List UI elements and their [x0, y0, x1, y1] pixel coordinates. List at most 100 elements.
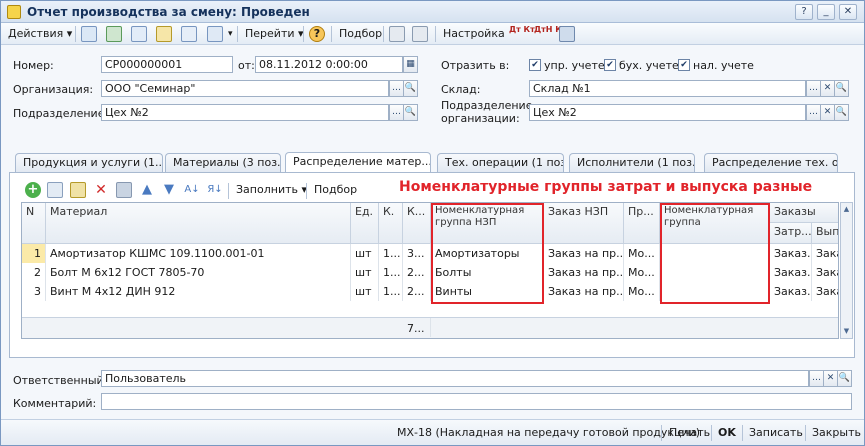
cell-pr[interactable]: Мо...: [624, 282, 660, 301]
col-header-orders-cost[interactable]: Затр...: [770, 223, 812, 244]
cell-material[interactable]: Амортизатор КШМС 109.1100.001-01: [46, 244, 351, 263]
close-window-button[interactable]: ✕: [839, 4, 857, 20]
cell-cost-order[interactable]: Заказ...: [770, 244, 812, 263]
tab-material-distribution[interactable]: Распределение матер...: [285, 152, 431, 173]
checkbox-tax[interactable]: ✔: [678, 59, 690, 71]
cell-order-nzp[interactable]: Заказ на пр...: [544, 282, 624, 301]
cell-k2[interactable]: 3...: [403, 244, 431, 263]
refresh-icon[interactable]: [106, 26, 122, 42]
scroll-down-icon[interactable]: ▼: [842, 326, 851, 336]
cell-k1[interactable]: 1...: [379, 282, 403, 301]
tab-materials[interactable]: Материалы (3 поз.): [165, 153, 281, 172]
cell-unit[interactable]: шт: [351, 244, 379, 263]
cell-pr[interactable]: Мо...: [624, 263, 660, 282]
cell-order-nzp[interactable]: Заказ на пр...: [544, 244, 624, 263]
number-field[interactable]: СР000000001: [101, 56, 233, 73]
division-field[interactable]: Цех №2: [101, 104, 389, 121]
edit-row-icon[interactable]: [70, 182, 86, 198]
ellipsis-icon[interactable]: …: [809, 370, 824, 387]
col-header-pr[interactable]: Пр...: [624, 203, 660, 244]
cell-k1[interactable]: 1...: [379, 244, 403, 263]
move-up-icon[interactable]: ▲: [139, 182, 155, 198]
exit-icon[interactable]: [81, 26, 97, 42]
chevron-down-icon[interactable]: ▾: [225, 25, 236, 43]
warehouse-field[interactable]: Склад №1: [529, 80, 806, 97]
filter-icon[interactable]: [559, 26, 575, 42]
materials-table[interactable]: N Материал Ед. К. К... Номенклатурная гр…: [21, 202, 839, 339]
table-scrollbar[interactable]: ▲ ▼: [840, 202, 853, 339]
col-header-unit[interactable]: Ед.: [351, 203, 379, 244]
save-icon[interactable]: [116, 182, 132, 198]
goto-menu[interactable]: Перейти ▾: [242, 25, 307, 43]
cell-out-order[interactable]: Зака...: [812, 282, 838, 301]
tab-products[interactable]: Продукция и услуги (1...: [15, 153, 163, 172]
col-header-material[interactable]: Материал: [46, 203, 351, 244]
ellipsis-icon[interactable]: …: [389, 80, 404, 97]
move-down-icon[interactable]: ▼: [161, 182, 177, 198]
clear-icon[interactable]: ✕: [820, 80, 835, 97]
help-window-button[interactable]: ?: [795, 4, 813, 20]
col-header-orders-out[interactable]: Выпу...: [812, 223, 838, 244]
comment-field[interactable]: [101, 393, 852, 410]
based-on-icon[interactable]: [207, 26, 223, 42]
ellipsis-icon[interactable]: …: [389, 104, 404, 121]
list-settings-icon[interactable]: [412, 26, 428, 42]
add-row-icon[interactable]: +: [25, 182, 41, 198]
pick-button[interactable]: Подбор: [336, 25, 385, 43]
cell-out-order[interactable]: Зака...: [812, 263, 838, 282]
post-document-icon[interactable]: [156, 26, 172, 42]
org-division-field[interactable]: Цех №2: [529, 104, 806, 121]
clear-icon[interactable]: ✕: [823, 370, 838, 387]
mx18-print-button[interactable]: МХ-18 (Накладная на передачу готовой про…: [397, 426, 700, 439]
cell-material[interactable]: Болт М 6х12 ГОСТ 7805-70: [46, 263, 351, 282]
delete-row-icon[interactable]: ✕: [93, 182, 109, 198]
col-header-orders[interactable]: Заказы: [770, 203, 838, 223]
ellipsis-icon[interactable]: …: [806, 80, 821, 97]
minimize-button[interactable]: _: [817, 4, 835, 20]
checkbox-mgmt[interactable]: ✔: [529, 59, 541, 71]
settings-button[interactable]: Настройка: [440, 25, 508, 43]
col-header-order-nzp[interactable]: Заказ НЗП: [544, 203, 624, 244]
tab-tech-distribution[interactable]: Распределение тех. о...: [704, 153, 838, 172]
search-icon[interactable]: 🔍: [834, 104, 849, 121]
close-button[interactable]: Закрыть: [812, 426, 861, 439]
structure-icon[interactable]: [389, 26, 405, 42]
table-pick-button[interactable]: Подбор: [311, 181, 360, 199]
date-field[interactable]: 08.11.2012 0:00:00: [255, 56, 403, 73]
unpost-document-icon[interactable]: [181, 26, 197, 42]
copy-icon[interactable]: [131, 26, 147, 42]
cell-pr[interactable]: Мо...: [624, 244, 660, 263]
cell-material[interactable]: Винт М 4х12 ДИН 912: [46, 282, 351, 301]
cell-n[interactable]: 3: [22, 282, 46, 301]
calendar-icon[interactable]: ▦: [403, 56, 418, 73]
search-icon[interactable]: 🔍: [403, 80, 418, 97]
print-button[interactable]: Печать: [669, 426, 710, 439]
responsible-field[interactable]: Пользователь: [101, 370, 809, 387]
save-button[interactable]: Записать: [749, 426, 803, 439]
scroll-up-icon[interactable]: ▲: [842, 204, 851, 214]
copy-row-icon[interactable]: [47, 182, 63, 198]
col-header-k2[interactable]: К...: [403, 203, 431, 244]
actions-menu[interactable]: Действия ▾: [5, 25, 75, 43]
sort-asc-icon[interactable]: A↓: [184, 182, 200, 198]
search-icon[interactable]: 🔍: [837, 370, 852, 387]
cell-cost-order[interactable]: Заказ...: [770, 282, 812, 301]
search-icon[interactable]: 🔍: [403, 104, 418, 121]
tab-tech-operations[interactable]: Тех. операции (1 поз.): [437, 153, 564, 172]
fill-menu[interactable]: Заполнить ▾: [233, 181, 310, 199]
cell-cost-order[interactable]: Заказ...: [770, 263, 812, 282]
cell-k1[interactable]: 1...: [379, 263, 403, 282]
clear-icon[interactable]: ✕: [820, 104, 835, 121]
sort-desc-icon[interactable]: Я↓: [207, 182, 223, 198]
col-header-k1[interactable]: К.: [379, 203, 403, 244]
search-icon[interactable]: 🔍: [834, 80, 849, 97]
cell-k2[interactable]: 2...: [403, 282, 431, 301]
cell-k2[interactable]: 2...: [403, 263, 431, 282]
organization-field[interactable]: ООО "Семинар": [101, 80, 389, 97]
cell-n[interactable]: 2: [22, 263, 46, 282]
ok-button[interactable]: OK: [718, 426, 736, 439]
help-icon[interactable]: ?: [309, 26, 325, 42]
cell-out-order[interactable]: Зака...: [812, 244, 838, 263]
tab-performers[interactable]: Исполнители (1 поз.): [569, 153, 695, 172]
checkbox-acct[interactable]: ✔: [604, 59, 616, 71]
